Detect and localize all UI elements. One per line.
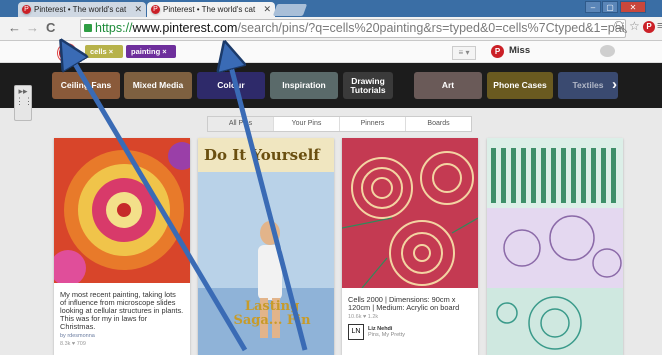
arrow-to-address-bar — [228, 55, 308, 351]
arrow-to-logo — [68, 52, 248, 352]
annotation-arrows — [0, 0, 308, 352]
